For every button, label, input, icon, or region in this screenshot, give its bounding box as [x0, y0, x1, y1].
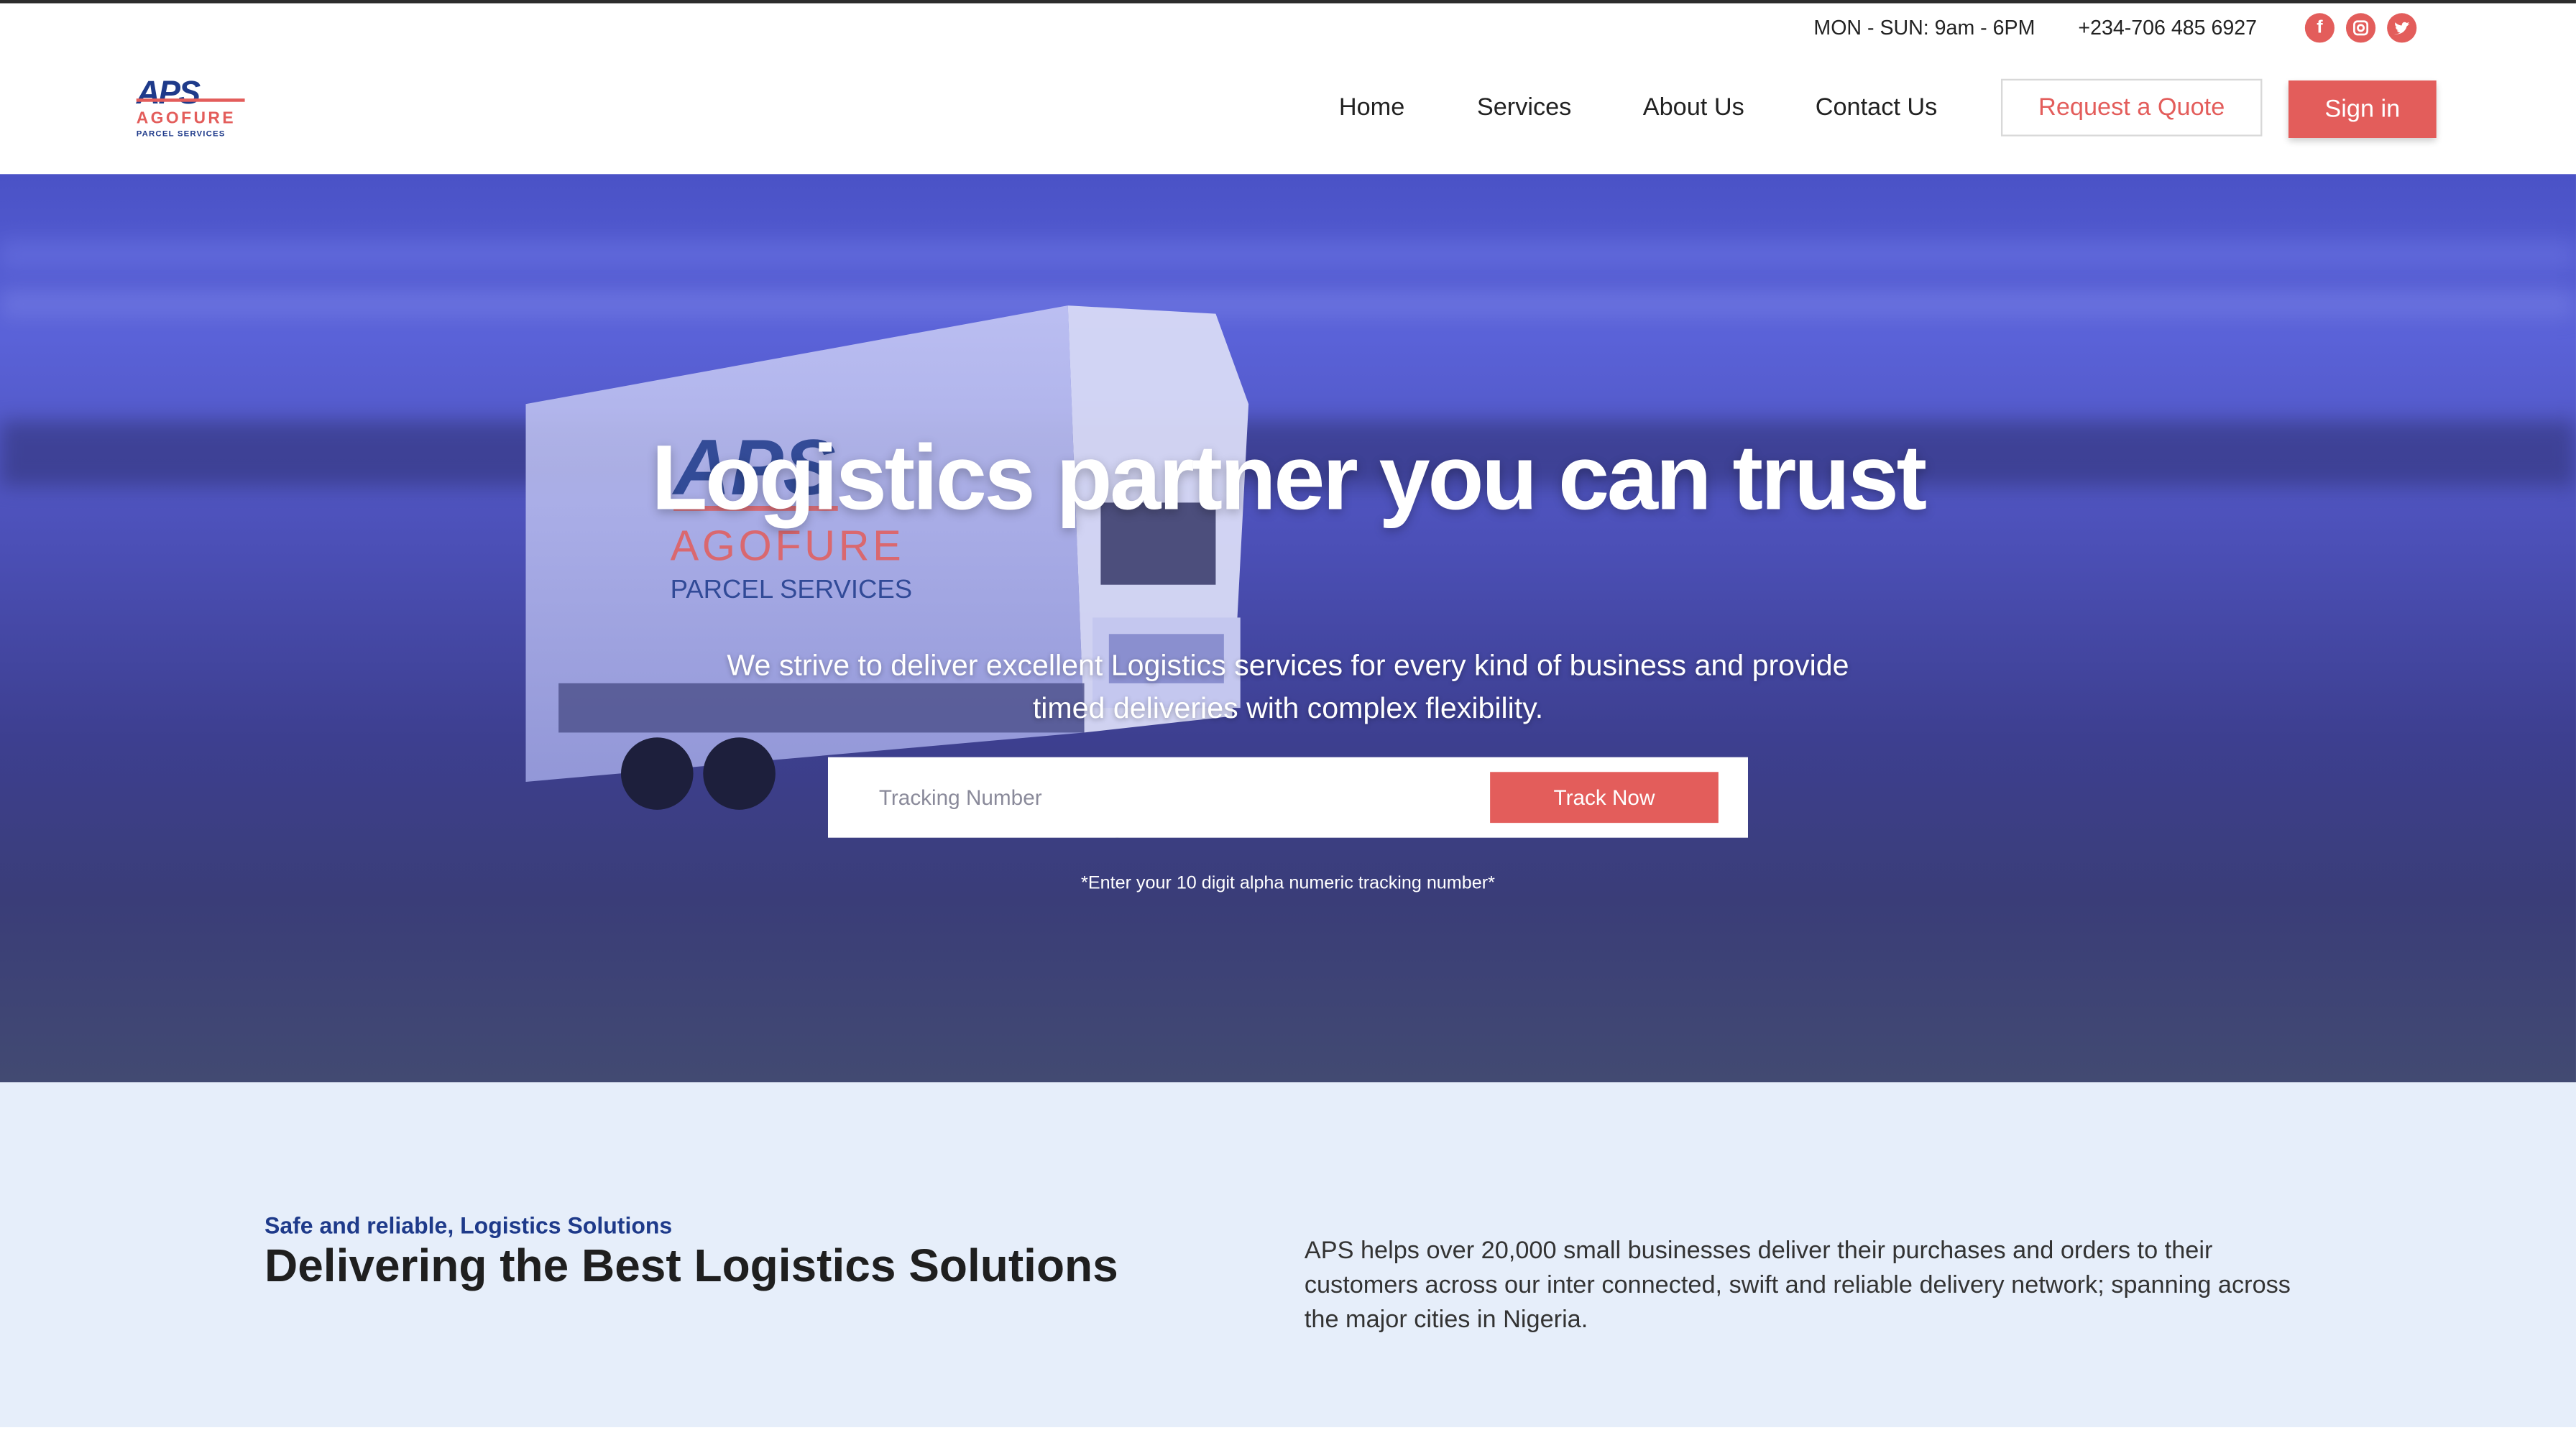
truck-logo-tagline: PARCEL SERVICES: [671, 574, 913, 604]
tracking-number-input[interactable]: [860, 770, 1469, 824]
utility-bar: MON - SUN: 9am - 6PM +234-706 485 6927 f: [0, 13, 2576, 43]
section-paragraph: APS helps over 20,000 small businesses d…: [1304, 1237, 2291, 1334]
hero-title: Logistics partner you can trust: [651, 424, 1927, 528]
nav-about-us[interactable]: About Us: [1643, 93, 1744, 121]
site-header: APS AGOFURE PARCEL SERVICES Home Service…: [0, 52, 2576, 175]
twitter-icon[interactable]: [2387, 13, 2417, 43]
top-border: [0, 0, 2576, 4]
nav-home[interactable]: Home: [1339, 93, 1404, 121]
sign-in-button[interactable]: Sign in: [2288, 80, 2437, 138]
request-quote-button[interactable]: Request a Quote: [2000, 78, 2263, 137]
aps-logo[interactable]: APS AGOFURE PARCEL SERVICES: [136, 75, 252, 141]
logo-underline: [136, 98, 245, 102]
logo-tagline: PARCEL SERVICES: [136, 129, 226, 140]
nav-services[interactable]: Services: [1477, 93, 1571, 121]
sky-streak: [0, 239, 2576, 269]
tracking-form: Track Now: [827, 757, 1748, 838]
track-now-button[interactable]: Track Now: [1490, 772, 1719, 824]
about-section: Safe and reliable, Logistics Solutions D…: [0, 1082, 2576, 1428]
logo-mark: APS: [136, 75, 201, 112]
instagram-icon[interactable]: [2345, 13, 2376, 43]
hero-subtitle: We strive to deliver excellent Logistics…: [727, 648, 1849, 724]
page: MON - SUN: 9am - 6PM +234-706 485 6927 f…: [0, 0, 2576, 1428]
tracking-hint: *Enter your 10 digit alpha numeric track…: [1081, 873, 1495, 894]
business-hours: MON - SUN: 9am - 6PM: [1813, 16, 2036, 40]
logo-name: AGOFURE: [136, 110, 236, 129]
twitter-glyph: [2393, 21, 2410, 34]
facebook-icon[interactable]: f: [2304, 13, 2334, 43]
instagram-glyph: [2353, 20, 2369, 36]
nav-contact-us[interactable]: Contact Us: [1816, 93, 1938, 121]
phone-number[interactable]: +234-706 485 6927: [2078, 17, 2257, 40]
hero-banner: APS AGOFURE PARCEL SERVICES Logistics pa…: [0, 174, 2576, 1083]
section-kicker: Safe and reliable, Logistics Solutions: [264, 1212, 673, 1239]
section-heading: Delivering the Best Logistics Solutions: [264, 1240, 1118, 1291]
